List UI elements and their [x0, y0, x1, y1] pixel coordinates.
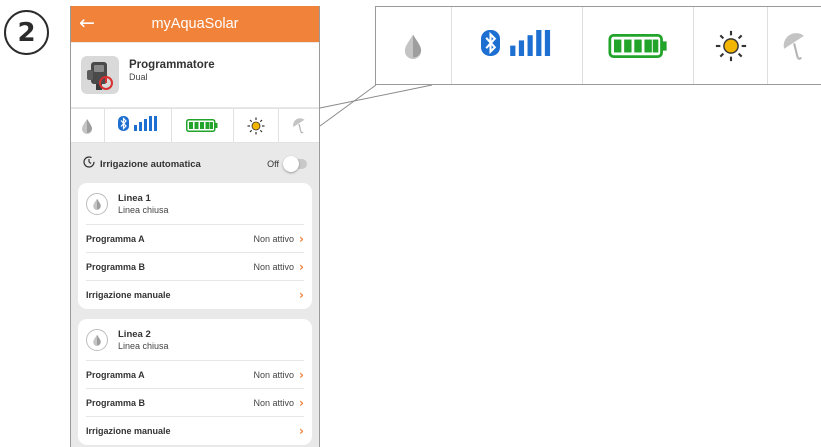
- row-label: Irrigazione manuale: [86, 290, 171, 300]
- timer-icon: [83, 155, 95, 173]
- bluetooth-icon: [117, 115, 129, 136]
- row-label: Irrigazione manuale: [86, 426, 171, 436]
- manual-irrigation-row[interactable]: Irrigazione manuale ›: [86, 417, 304, 445]
- connection-cell: [105, 109, 173, 142]
- chevron-right-icon: ›: [299, 395, 304, 410]
- program-a-row[interactable]: Programma A Non attivo ›: [86, 225, 304, 253]
- row-value: Non attivo: [253, 369, 295, 380]
- signal-bars-icon: [509, 30, 553, 61]
- signal-bars-icon: [133, 115, 158, 136]
- device-name: Programmatore: [129, 58, 215, 71]
- connection-cell: [452, 7, 583, 84]
- zoomed-status-bar: [375, 6, 821, 85]
- automatic-irrigation-label: Irrigazione automatica: [100, 158, 201, 170]
- row-label: Programma A: [86, 369, 145, 380]
- chevron-right-icon: ›: [299, 424, 304, 438]
- line-name: Linea 2: [118, 328, 151, 340]
- row-value: Non attivo: [253, 261, 295, 272]
- sun-icon: [694, 7, 769, 84]
- line-header[interactable]: Linea 1 Linea chiusa: [86, 183, 304, 225]
- sun-icon: [234, 109, 280, 142]
- manual-irrigation-row[interactable]: Irrigazione manuale ›: [86, 281, 304, 309]
- water-drop-icon: [86, 192, 108, 215]
- controller-icon: [81, 56, 119, 94]
- bluetooth-icon: [480, 30, 500, 61]
- back-arrow-icon[interactable]: ←: [79, 12, 99, 34]
- automatic-irrigation-row: Irrigazione automatica Off: [71, 149, 319, 179]
- chevron-right-icon: ›: [299, 288, 304, 302]
- chevron-right-icon: ›: [299, 231, 304, 246]
- battery-full-icon: [583, 7, 695, 84]
- phone-screen: ← myAquaSolar Programmatore Dual Irrigaz…: [70, 6, 320, 447]
- line-card: Linea 1 Linea chiusa Programma A Non att…: [78, 183, 312, 309]
- device-header[interactable]: Programmatore Dual: [71, 43, 319, 107]
- device-subtitle: Dual: [129, 71, 148, 82]
- chevron-right-icon: ›: [299, 367, 304, 382]
- row-value: Non attivo: [253, 233, 295, 244]
- toggle-knob: [283, 156, 299, 172]
- app-title: myAquaSolar: [151, 16, 239, 32]
- status-bar: [71, 108, 319, 143]
- program-b-row[interactable]: Programma B Non attivo ›: [86, 389, 304, 417]
- row-label: Programma B: [86, 397, 146, 408]
- automatic-irrigation-toggle[interactable]: [283, 156, 307, 172]
- water-drop-icon: [376, 7, 452, 84]
- water-drop-icon: [71, 109, 105, 142]
- row-label: Programma A: [86, 233, 145, 244]
- row-label: Programma B: [86, 261, 146, 272]
- umbrella-icon: [768, 7, 821, 84]
- app-bar: ← myAquaSolar: [71, 6, 319, 42]
- program-a-row[interactable]: Programma A Non attivo ›: [86, 361, 304, 389]
- line-status: Linea chiusa: [118, 204, 169, 215]
- umbrella-icon: [279, 109, 319, 142]
- program-b-row[interactable]: Programma B Non attivo ›: [86, 253, 304, 281]
- water-drop-icon: [86, 328, 108, 351]
- battery-full-icon: [172, 109, 234, 142]
- step-number-badge: 2: [4, 10, 49, 55]
- chevron-right-icon: ›: [299, 259, 304, 274]
- automatic-irrigation-state: Off: [267, 159, 279, 169]
- line-status: Linea chiusa: [118, 340, 169, 351]
- line-header[interactable]: Linea 2 Linea chiusa: [86, 319, 304, 361]
- line-name: Linea 1: [118, 192, 151, 204]
- line-card: Linea 2 Linea chiusa Programma A Non att…: [78, 319, 312, 445]
- row-value: Non attivo: [253, 397, 295, 408]
